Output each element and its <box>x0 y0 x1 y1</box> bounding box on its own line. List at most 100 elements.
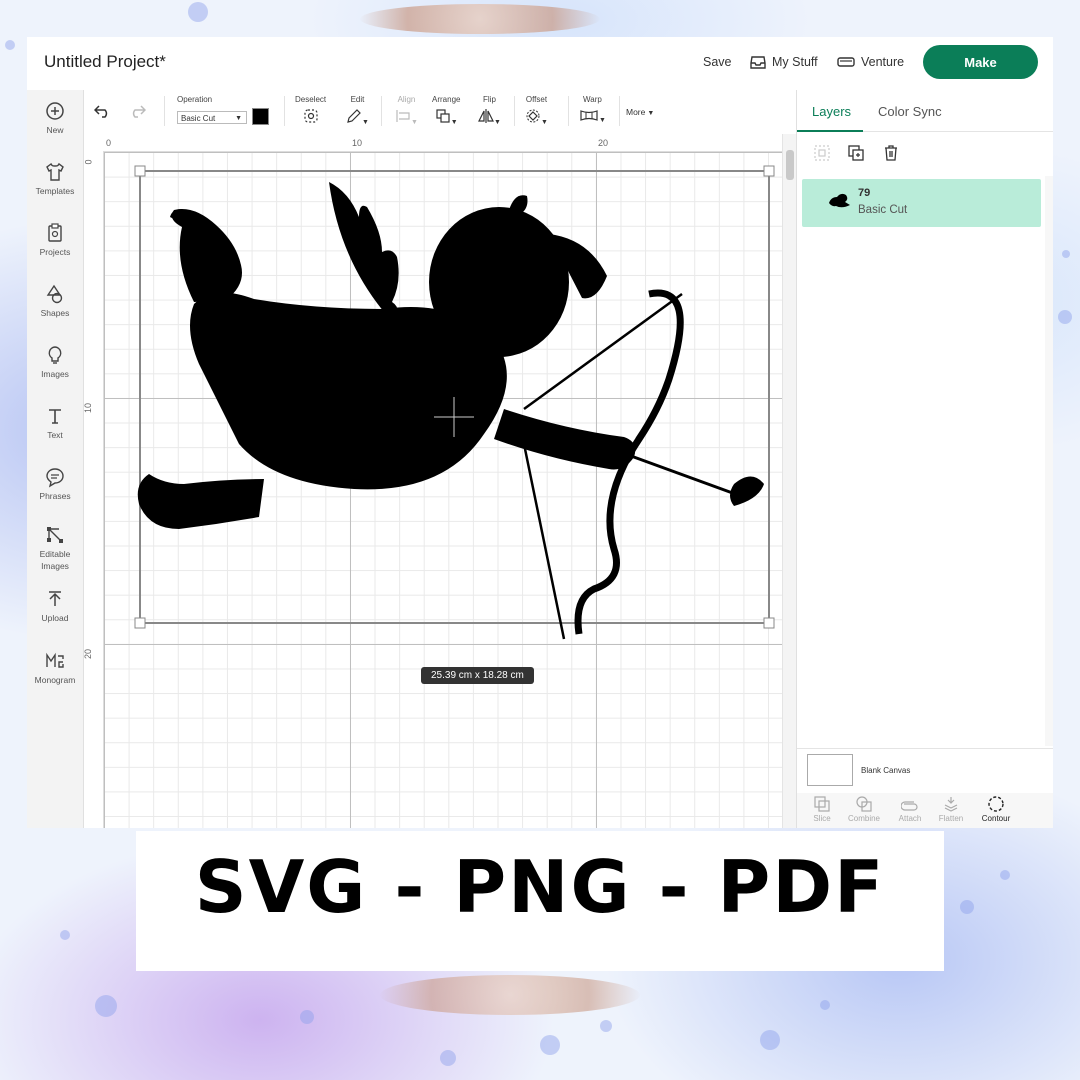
bowstring <box>522 443 566 640</box>
machine-icon <box>837 57 855 67</box>
arrange-button[interactable]: Arrange ▼ <box>432 95 460 129</box>
sidebar-item-upload[interactable]: Upload <box>27 588 83 624</box>
combine-button[interactable]: Combine <box>844 795 884 823</box>
sidebar-item-text[interactable]: Text <box>27 405 83 441</box>
contour-label: Contour <box>981 814 1011 823</box>
selection-handle <box>134 165 146 177</box>
warp-icon <box>580 110 598 121</box>
machine-button[interactable]: Venture <box>837 55 904 69</box>
edit-label: Edit <box>350 95 365 104</box>
contour-button[interactable]: Contour <box>976 795 1016 823</box>
contour-icon <box>988 796 1004 812</box>
bubble <box>188 2 208 22</box>
group-icon[interactable] <box>813 144 831 162</box>
sidebar-item-shapes[interactable]: Shapes <box>27 283 83 319</box>
blank-canvas-row[interactable]: Blank Canvas <box>797 748 1053 793</box>
save-label: Save <box>703 55 732 69</box>
tab-layers[interactable]: Layers <box>812 104 851 119</box>
sidebar-item-phrases[interactable]: Phrases <box>27 466 83 502</box>
sidebar-item-templates[interactable]: Templates <box>27 161 83 197</box>
redo-button[interactable] <box>128 104 147 123</box>
project-title: Untitled Project* <box>44 52 166 71</box>
sidebar-item-label: Phrases <box>39 491 71 501</box>
undo-button[interactable] <box>93 104 112 123</box>
flatten-button[interactable]: Flatten <box>931 795 971 823</box>
deselect-label: Deselect <box>295 95 327 104</box>
sidebar-item-monogram[interactable]: Monogram <box>27 650 83 686</box>
operation-select[interactable]: Basic Cut ▼ <box>177 111 247 124</box>
attach-button[interactable]: Attach <box>890 795 930 823</box>
toolbar-divider <box>568 96 569 126</box>
bubble <box>5 40 15 50</box>
speech-bubble-icon <box>46 468 64 488</box>
tab-color-sync[interactable]: Color Sync <box>878 104 942 119</box>
sidebar-item-label: Editable Images <box>39 549 71 571</box>
selection-handle <box>763 165 775 177</box>
pencil-icon <box>347 109 361 123</box>
design-canvas[interactable]: 0 10 20 0 10 20 25.39 cm x 18.28 cm <box>84 134 796 828</box>
bubble <box>60 930 70 940</box>
align-button[interactable]: Align ▼ <box>395 95 418 129</box>
edit-button[interactable]: Edit ▼ <box>346 95 369 129</box>
sidebar-item-editable-images[interactable]: Editable Images <box>27 524 83 572</box>
arrange-label: Arrange <box>432 95 461 104</box>
cupid-image[interactable] <box>84 134 782 828</box>
duplicate-icon[interactable] <box>847 144 865 162</box>
shirt-icon <box>46 162 64 181</box>
slice-button[interactable]: Slice <box>802 795 842 823</box>
undo-icon <box>93 105 108 118</box>
operation-label: Operation <box>177 95 213 104</box>
design-space-window: Untitled Project* Save My Stuff Venture … <box>27 37 1053 828</box>
sidebar-item-label: Templates <box>35 186 75 196</box>
layer-tools: Slice Combine Attach Flatten Contour <box>797 793 1053 828</box>
my-stuff-button[interactable]: My Stuff <box>750 55 818 69</box>
glitter-strip <box>380 975 640 1015</box>
caret-down-icon: ▼ <box>645 110 655 117</box>
save-button[interactable]: Save <box>703 55 732 69</box>
blank-canvas-swatch[interactable] <box>807 754 853 786</box>
sidebar-item-new[interactable]: New <box>27 100 83 136</box>
slice-icon <box>814 796 830 812</box>
toolbar-divider <box>164 96 165 126</box>
trash-icon[interactable] <box>882 144 900 162</box>
more-button[interactable]: More ▼ <box>626 107 654 117</box>
plus-circle-icon <box>46 102 64 120</box>
more-label: More <box>626 107 646 117</box>
sidebar-item-label: Text <box>47 430 63 440</box>
color-swatch[interactable] <box>252 108 269 125</box>
operation-value: Basic Cut <box>181 114 216 123</box>
caret-down-icon: ▼ <box>235 115 242 122</box>
bubble <box>95 995 117 1017</box>
offset-button[interactable]: Offset ▼ <box>525 95 548 129</box>
deselect-button[interactable]: Deselect <box>295 95 326 129</box>
clipboard-icon <box>48 223 62 242</box>
lightbulb-icon <box>48 346 62 364</box>
sidebar-item-images[interactable]: Images <box>27 344 83 380</box>
warp-button[interactable]: Warp ▼ <box>579 95 606 127</box>
sidebar-item-label: Upload <box>41 613 69 623</box>
make-button[interactable]: Make <box>923 45 1038 79</box>
caret-down-icon: ▼ <box>450 119 458 126</box>
top-bar: Untitled Project* Save My Stuff Venture … <box>27 37 1053 91</box>
layer-item[interactable]: 79 Basic Cut <box>802 179 1041 227</box>
sidebar-item-projects[interactable]: Projects <box>27 222 83 258</box>
dimension-label: 25.39 cm x 18.28 cm <box>421 667 534 684</box>
flip-button[interactable]: Flip ▼ <box>478 95 501 129</box>
bubble <box>820 1000 830 1010</box>
sidebar-item-label: Images <box>41 369 69 379</box>
bubble <box>300 1010 314 1024</box>
upload-icon <box>49 591 61 606</box>
warp-label: Warp <box>583 95 602 104</box>
blank-canvas-label: Blank Canvas <box>861 766 911 775</box>
bubble <box>1058 310 1072 324</box>
panel-scrollbar[interactable] <box>1045 176 1053 746</box>
my-stuff-label: My Stuff <box>772 55 818 69</box>
scrollbar-thumb[interactable] <box>786 150 794 180</box>
bubble <box>600 1020 612 1032</box>
caret-down-icon: ▼ <box>411 119 418 126</box>
arrow-heart <box>730 476 764 506</box>
bubble <box>440 1050 456 1066</box>
flatten-label: Flatten <box>938 814 964 823</box>
canvas-scrollbar[interactable] <box>782 134 796 828</box>
flip-label: Flip <box>483 95 496 104</box>
